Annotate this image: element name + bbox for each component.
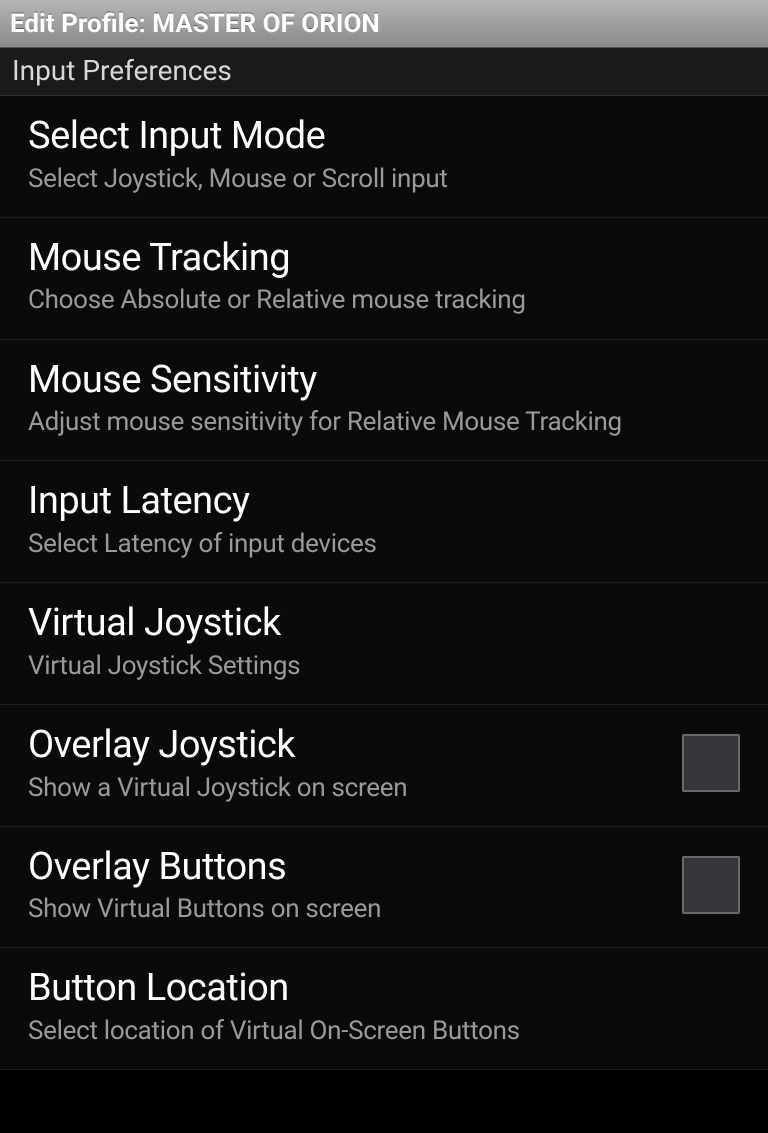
- pref-desc: Select location of Virtual On-Screen But…: [28, 1016, 740, 1047]
- page-title: Edit Profile: MASTER OF ORION: [10, 9, 380, 39]
- overlay-buttons-checkbox[interactable]: [682, 856, 740, 914]
- pref-desc: Choose Absolute or Relative mouse tracki…: [28, 285, 740, 316]
- title-bar: Edit Profile: MASTER OF ORION: [0, 0, 768, 48]
- pref-desc: Adjust mouse sensitivity for Relative Mo…: [28, 407, 740, 438]
- pref-title: Select Input Mode: [28, 114, 740, 160]
- pref-text: Virtual Joystick Virtual Joystick Settin…: [28, 601, 740, 682]
- pref-virtual-joystick[interactable]: Virtual Joystick Virtual Joystick Settin…: [0, 583, 768, 705]
- section-header-label: Input Preferences: [12, 54, 756, 87]
- pref-desc: Select Joystick, Mouse or Scroll input: [28, 164, 740, 195]
- pref-desc: Show a Virtual Joystick on screen: [28, 773, 662, 804]
- pref-desc: Virtual Joystick Settings: [28, 651, 740, 682]
- pref-input-latency[interactable]: Input Latency Select Latency of input de…: [0, 461, 768, 583]
- pref-title: Mouse Sensitivity: [28, 358, 740, 404]
- pref-text: Button Location Select location of Virtu…: [28, 966, 740, 1047]
- section-header: Input Preferences: [0, 48, 768, 96]
- pref-select-input-mode[interactable]: Select Input Mode Select Joystick, Mouse…: [0, 96, 768, 218]
- pref-title: Virtual Joystick: [28, 601, 740, 647]
- preference-list: Select Input Mode Select Joystick, Mouse…: [0, 96, 768, 1070]
- pref-text: Select Input Mode Select Joystick, Mouse…: [28, 114, 740, 195]
- pref-mouse-tracking[interactable]: Mouse Tracking Choose Absolute or Relati…: [0, 218, 768, 340]
- pref-text: Overlay Joystick Show a Virtual Joystick…: [28, 723, 662, 804]
- pref-mouse-sensitivity[interactable]: Mouse Sensitivity Adjust mouse sensitivi…: [0, 340, 768, 462]
- pref-text: Overlay Buttons Show Virtual Buttons on …: [28, 845, 662, 926]
- pref-desc: Select Latency of input devices: [28, 529, 740, 560]
- pref-title: Overlay Joystick: [28, 723, 662, 769]
- pref-desc: Show Virtual Buttons on screen: [28, 894, 662, 925]
- pref-text: Mouse Tracking Choose Absolute or Relati…: [28, 236, 740, 317]
- pref-title: Overlay Buttons: [28, 845, 662, 891]
- pref-text: Mouse Sensitivity Adjust mouse sensitivi…: [28, 358, 740, 439]
- pref-button-location[interactable]: Button Location Select location of Virtu…: [0, 948, 768, 1070]
- overlay-joystick-checkbox[interactable]: [682, 734, 740, 792]
- pref-overlay-joystick[interactable]: Overlay Joystick Show a Virtual Joystick…: [0, 705, 768, 827]
- pref-title: Input Latency: [28, 479, 740, 525]
- pref-text: Input Latency Select Latency of input de…: [28, 479, 740, 560]
- pref-overlay-buttons[interactable]: Overlay Buttons Show Virtual Buttons on …: [0, 827, 768, 949]
- pref-title: Button Location: [28, 966, 740, 1012]
- pref-title: Mouse Tracking: [28, 236, 740, 282]
